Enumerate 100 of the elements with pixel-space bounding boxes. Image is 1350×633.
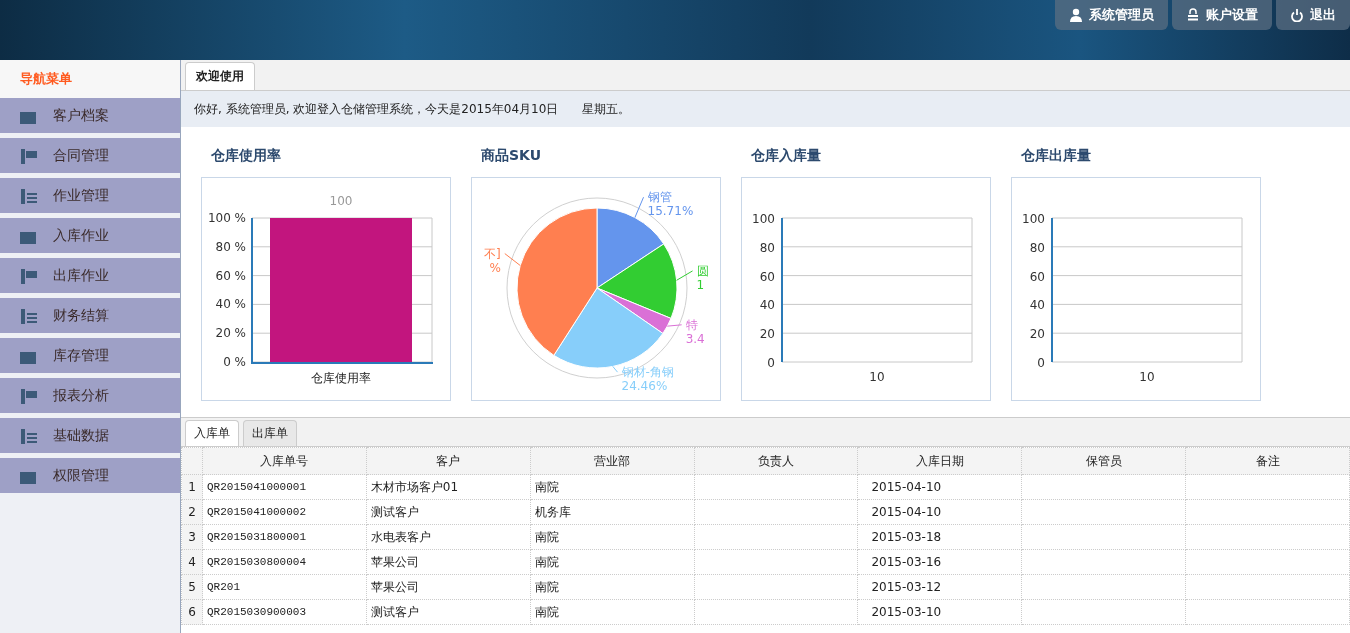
row-number: 2 <box>181 499 203 525</box>
axis-tick-label: 20 <box>1029 327 1045 342</box>
slice-label: 特 <box>685 317 698 332</box>
table-cell: 测试客户 <box>366 599 531 625</box>
axis-tick-label: 40 % <box>215 297 246 312</box>
tab[interactable]: 入库单 <box>185 420 239 446</box>
sidebar-item[interactable]: 财务结算 <box>0 298 180 333</box>
table-cell: 测试客户 <box>366 499 531 525</box>
axis-tick-label: 0 <box>1037 356 1045 370</box>
table-cell: 2015-03-18 <box>857 524 1022 550</box>
axis-tick-label: 0 % <box>223 355 246 369</box>
slice-value-label: 1 <box>696 277 705 292</box>
sidebar-item[interactable]: 报表分析 <box>0 378 180 413</box>
column-header: 入库日期 <box>857 447 1022 475</box>
axis-tick-label: 60 <box>759 269 775 284</box>
row-number: 1 <box>181 474 203 500</box>
table-cell: 水电表客户 <box>366 524 531 550</box>
user-icon <box>1069 8 1083 22</box>
table-cell: 2015-03-10 <box>857 599 1022 625</box>
axis-tick-label: 0 <box>767 356 775 370</box>
axis-tick-label: 100 % <box>207 211 246 225</box>
table-cell: 木材市场客户01 <box>366 474 531 500</box>
axis-tick-label: 100 <box>1022 212 1045 226</box>
tab[interactable]: 欢迎使用 <box>185 62 255 90</box>
sidebar-item[interactable]: 客户档案 <box>0 98 180 133</box>
axis-tick-label: 80 <box>1029 240 1045 255</box>
sidebar-item[interactable]: 库存管理 <box>0 338 180 373</box>
axis-tick-label: 80 <box>759 240 775 255</box>
column-header: 负责人 <box>694 447 858 475</box>
leader-line <box>504 253 521 266</box>
table-cell: 南院 <box>530 574 695 600</box>
axis-tick-label: 40 <box>1029 298 1045 313</box>
table-cell: 南院 <box>530 474 695 500</box>
axis-tick-label: 60 <box>1029 269 1045 284</box>
list-icon <box>19 186 39 205</box>
table-cell: 2015-03-12 <box>857 574 1022 600</box>
table-cell: QR2015041000001 <box>202 474 367 500</box>
table-cell: 南院 <box>530 549 695 575</box>
slice-value-label: 15.71% <box>647 204 694 219</box>
slice-label: 钢管 <box>647 190 672 205</box>
sidebar-item[interactable]: 合同管理 <box>0 138 180 173</box>
account-settings-button[interactable]: 账户设置 <box>1172 0 1272 30</box>
weekday-text: 星期五。 <box>582 100 631 118</box>
slice-value-label: 24.46% <box>621 379 668 394</box>
sidebar-item[interactable]: 出库作业 <box>0 258 180 293</box>
axis-tick-label: 40 <box>759 298 775 313</box>
tab[interactable]: 出库单 <box>243 420 297 446</box>
column-header: 备注 <box>1185 447 1350 475</box>
sidebar-item[interactable]: 入库作业 <box>0 218 180 253</box>
sidebar-item[interactable]: 作业管理 <box>0 178 180 213</box>
table-cell: QR201 <box>202 574 367 600</box>
chart-title: 商品SKU <box>480 147 543 165</box>
leader-line <box>676 270 694 281</box>
greeting-text: 你好, 系统管理员, 欢迎登入仓储管理系统，今天是2015年04月10日 <box>194 100 559 118</box>
axis-category-label: 仓库使用率 <box>311 371 371 385</box>
axis-tick-label: 20 % <box>215 326 246 341</box>
user-button[interactable]: 系统管理员 <box>1055 0 1168 30</box>
column-header: 入库单号 <box>202 447 367 475</box>
data-label: 100 <box>329 194 353 208</box>
leader-line <box>612 365 619 373</box>
slice-label: 不] <box>484 246 501 261</box>
chart-title: 仓库出库量 <box>1020 147 1092 165</box>
table-cell: 苹果公司 <box>366 549 531 575</box>
table-cell: 2015-03-16 <box>857 549 1022 575</box>
sidebar-title: 导航菜单 <box>0 60 180 98</box>
slice-label: 钢材-角钢 <box>621 365 674 380</box>
slice-label: 圆 <box>696 263 709 278</box>
row-number: 5 <box>181 574 203 600</box>
axis-category-label: 10 <box>1139 370 1155 384</box>
row-number: 4 <box>181 549 203 575</box>
logout-button[interactable]: 退出 <box>1276 0 1350 30</box>
sidebar-item[interactable]: 基础数据 <box>0 418 180 453</box>
chart-title: 仓库使用率 <box>210 147 282 165</box>
axis-tick-label: 20 <box>759 327 775 342</box>
slice-value-label: % <box>489 260 501 275</box>
axis-tick-label: 60 % <box>215 268 246 283</box>
axis-category-label: 10 <box>869 370 885 384</box>
slice-value-label: 3.4 <box>685 331 705 346</box>
table-cell: QR2015031800001 <box>202 524 367 550</box>
chart-title: 仓库入库量 <box>750 147 822 165</box>
table-cell: 南院 <box>530 524 695 550</box>
table-cell: 2015-04-10 <box>857 474 1022 500</box>
power-icon <box>1290 8 1304 22</box>
leader-line <box>666 324 683 327</box>
column-header: 保管员 <box>1021 447 1186 475</box>
axis-tick-label: 80 % <box>215 239 246 254</box>
table-cell: QR2015030900003 <box>202 599 367 625</box>
table-cell: QR2015030800004 <box>202 549 367 575</box>
table-cell: 苹果公司 <box>366 574 531 600</box>
column-header: 客户 <box>366 447 531 475</box>
sidebar-item[interactable]: 权限管理 <box>0 458 180 493</box>
column-header: 营业部 <box>530 447 695 475</box>
lock-icon <box>1186 8 1200 22</box>
row-number: 6 <box>181 599 203 625</box>
axis-tick-label: 100 <box>752 212 775 226</box>
table-cell: QR2015041000002 <box>202 499 367 525</box>
leader-line <box>634 196 645 219</box>
table-cell: 2015-04-10 <box>857 499 1022 525</box>
table-cell: 机务库 <box>530 499 695 525</box>
table-cell: 南院 <box>530 599 695 625</box>
